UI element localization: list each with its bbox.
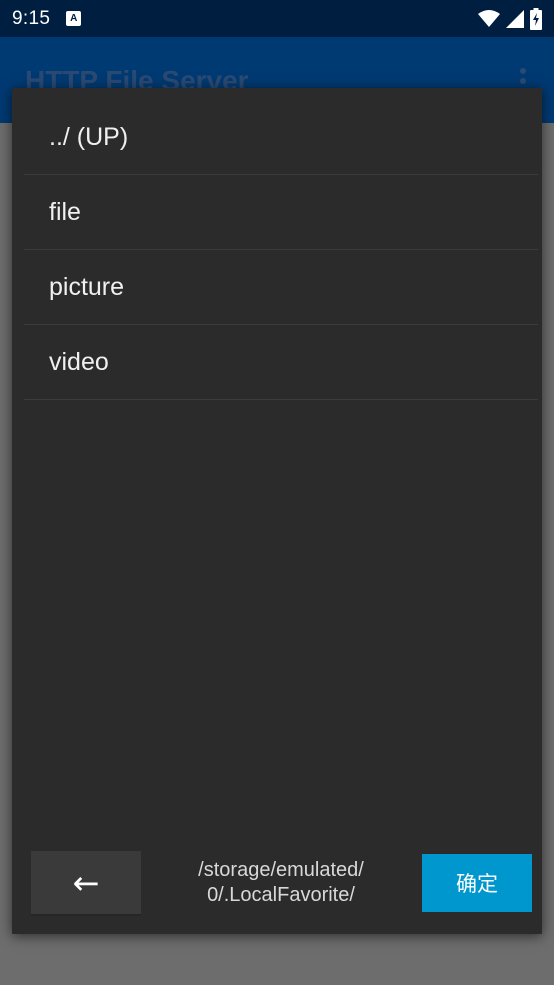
- path-line-1: /storage/emulated/: [198, 859, 364, 881]
- current-path: /storage/emulated/ 0/.LocalFavorite/: [152, 858, 410, 908]
- back-button[interactable]: ←: [31, 851, 141, 916]
- list-item-picture[interactable]: picture: [24, 250, 538, 325]
- list-item-label: video: [49, 347, 109, 376]
- list-item-up[interactable]: ../ (UP): [24, 100, 538, 175]
- list-item-label: file: [49, 197, 81, 226]
- file-list: ../ (UP) file picture video: [24, 100, 538, 400]
- list-item-file[interactable]: file: [24, 175, 538, 250]
- status-time: 9:15: [12, 7, 51, 29]
- path-line-2: 0/.LocalFavorite/: [207, 884, 355, 906]
- list-item-video[interactable]: video: [24, 325, 538, 400]
- status-icons: [478, 7, 542, 30]
- battery-charging-icon: [530, 7, 542, 30]
- status-bar: 9:15 A: [0, 0, 554, 37]
- confirm-button[interactable]: 确定: [422, 854, 532, 912]
- wifi-icon: [478, 9, 500, 27]
- directory-chooser-dialog: ../ (UP) file picture video ← /storage/e…: [12, 88, 542, 934]
- signal-icon: [506, 9, 524, 28]
- a-notification-icon: A: [66, 11, 82, 26]
- list-item-label: picture: [49, 272, 125, 301]
- list-item-label: ../ (UP): [49, 122, 129, 151]
